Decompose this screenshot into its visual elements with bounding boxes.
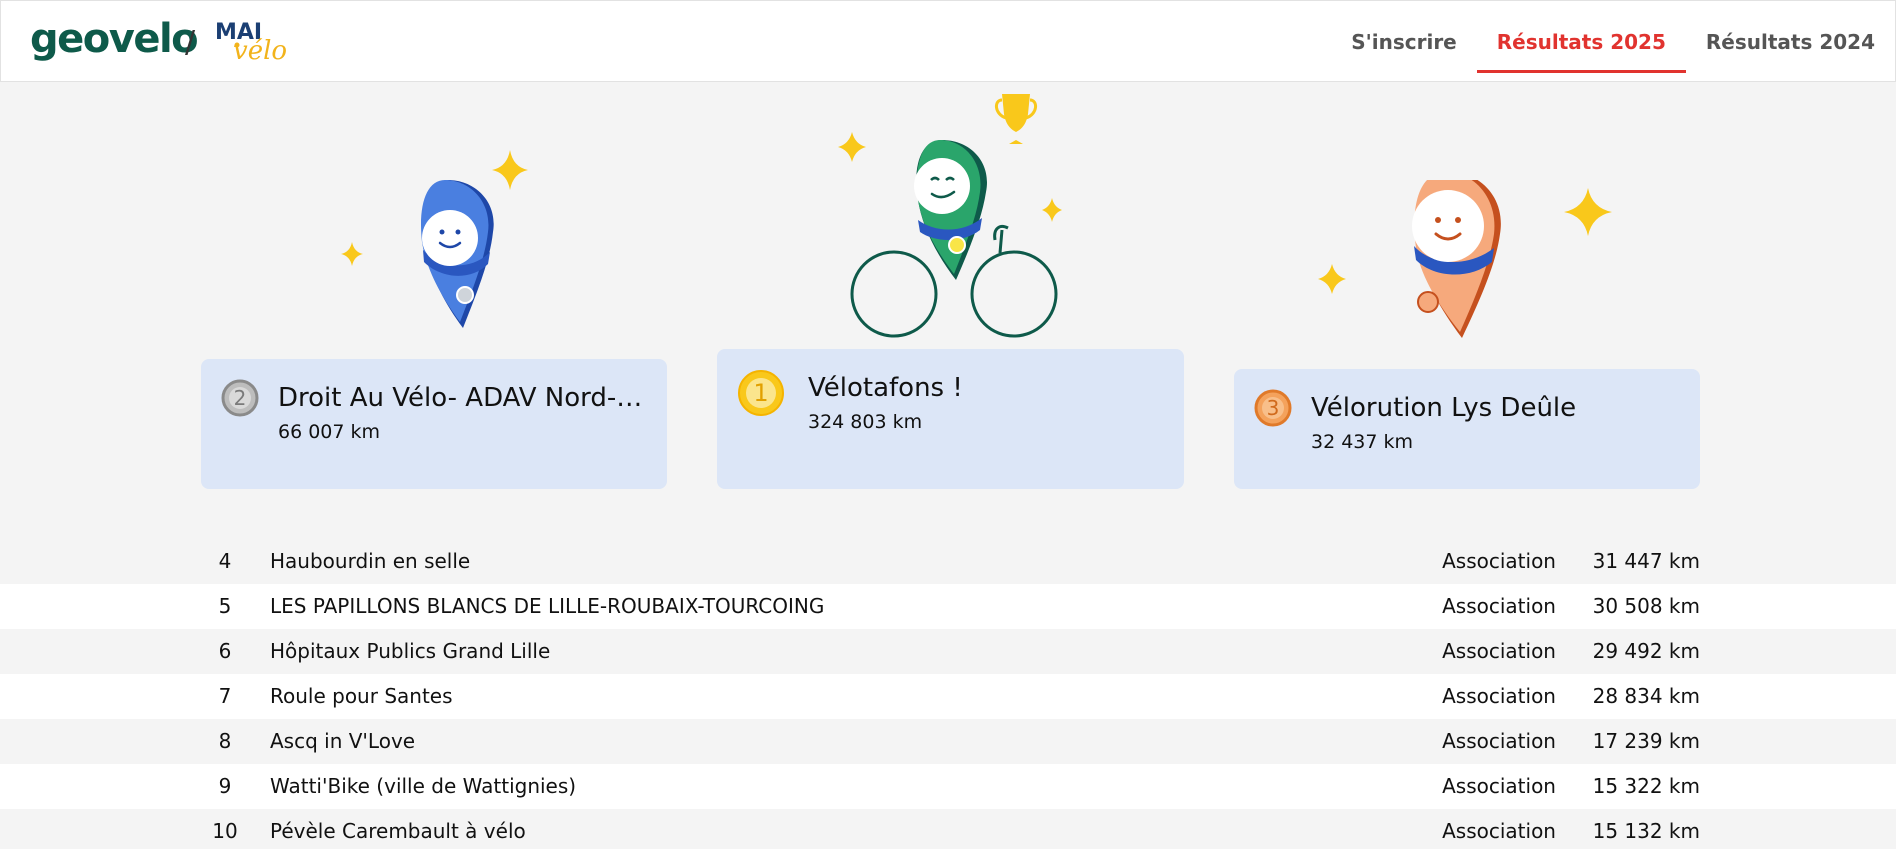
row-name: Ascq in V'Love — [270, 729, 416, 753]
row-distance: 15 132 km — [1592, 819, 1700, 843]
sparkle-icon — [1042, 198, 1062, 222]
main-nav: S'inscrire Résultats 2025 Résultats 2024 — [1331, 1, 1895, 83]
table-row[interactable]: 7 Roule pour Santes Association 28 834 k… — [0, 674, 1896, 719]
row-distance: 28 834 km — [1592, 684, 1700, 708]
row-type: Association — [1442, 549, 1556, 573]
partner-logo-bottom: vélo — [233, 36, 287, 65]
table-row[interactable]: 4 Haubourdin en selle Association 31 447… — [0, 539, 1896, 584]
row-distance: 31 447 km — [1592, 549, 1700, 573]
orange-pin-mascot-icon — [1412, 180, 1501, 338]
row-distance: 17 239 km — [1592, 729, 1700, 753]
sparkle-icon — [1318, 264, 1346, 294]
podium-card-second[interactable]: 2 Droit Au Vélo- ADAV Nord-Pa... 66 007 … — [201, 359, 667, 489]
bronze-medal-icon: 3 — [1254, 389, 1292, 427]
nav-resultats-2025[interactable]: Résultats 2025 — [1476, 1, 1686, 73]
blue-pin-mascot-icon — [420, 180, 494, 328]
row-name: Watti'Bike (ville de Wattignies) — [270, 774, 577, 798]
third-place-illustration — [1318, 180, 1612, 338]
nav-sinscrire[interactable]: S'inscrire — [1331, 1, 1477, 73]
row-name: LES PAPILLONS BLANCS DE LILLE-ROUBAIX-TO… — [270, 594, 825, 618]
podium-card-third[interactable]: 3 Vélorution Lys Deûle 32 437 km — [1234, 369, 1700, 489]
row-name: Pévèle Carembault à vélo — [270, 819, 526, 843]
geovelo-logo[interactable]: geovelo — [30, 16, 199, 62]
sparkle-icon — [341, 242, 363, 266]
row-rank: 4 — [218, 549, 232, 573]
gold-medal-icon: 1 — [738, 370, 784, 416]
row-rank: 5 — [218, 594, 232, 618]
row-rank: 6 — [218, 639, 232, 663]
row-type: Association — [1442, 819, 1556, 843]
trophy-icon — [995, 94, 1037, 144]
row-rank: 8 — [218, 729, 232, 753]
row-rank: 9 — [218, 774, 232, 798]
podium-first-rank: 1 — [753, 379, 768, 407]
row-type: Association — [1442, 729, 1556, 753]
sparkle-icon — [492, 150, 528, 190]
podium-third-distance: 32 437 km — [1311, 431, 1414, 453]
row-name: Hôpitaux Publics Grand Lille — [270, 639, 551, 663]
green-pin-mascot-icon — [914, 140, 987, 280]
table-row[interactable]: 8 Ascq in V'Love Association 17 239 km — [0, 719, 1896, 764]
logo-separator: / — [185, 25, 196, 60]
row-type: Association — [1442, 594, 1556, 618]
table-row[interactable]: 5 LES PAPILLONS BLANCS DE LILLE-ROUBAIX-… — [0, 584, 1896, 629]
row-name: Roule pour Santes — [270, 684, 453, 708]
podium-second-name: Droit Au Vélo- ADAV Nord-Pa... — [278, 383, 650, 413]
podium-card-first[interactable]: 1 Vélotafons ! 324 803 km — [717, 349, 1184, 489]
podium-third-rank: 3 — [1267, 396, 1280, 420]
podium-first-distance: 324 803 km — [808, 411, 923, 433]
podium-second-rank: 2 — [234, 386, 247, 410]
row-rank: 10 — [212, 819, 238, 843]
first-place-illustration — [838, 94, 1062, 338]
table-row[interactable]: 9 Watti'Bike (ville de Wattignies) Assoc… — [0, 764, 1896, 809]
top-header: geovelo / MAI vélo S'inscrire Résultats … — [0, 0, 1896, 82]
row-distance: 30 508 km — [1592, 594, 1700, 618]
second-place-illustration — [341, 150, 528, 328]
row-type: Association — [1442, 774, 1556, 798]
row-rank: 7 — [218, 684, 232, 708]
podium-first-name: Vélotafons ! — [808, 373, 963, 403]
sparkle-icon — [838, 132, 866, 162]
sparkle-icon — [1564, 188, 1612, 236]
row-name: Haubourdin en selle — [270, 549, 471, 573]
rankings-table: 4 Haubourdin en selle Association 31 447… — [0, 539, 1896, 849]
podium-third-name: Vélorution Lys Deûle — [1311, 393, 1577, 423]
row-distance: 29 492 km — [1592, 639, 1700, 663]
nav-resultats-2024[interactable]: Résultats 2024 — [1686, 1, 1895, 73]
silver-medal-icon: 2 — [221, 379, 259, 417]
mai-a-velo-logo[interactable]: MAI vélo — [213, 15, 303, 65]
row-distance: 15 322 km — [1592, 774, 1700, 798]
row-type: Association — [1442, 684, 1556, 708]
podium-second-distance: 66 007 km — [278, 421, 381, 443]
table-row[interactable]: 10 Pévèle Carembault à vélo Association … — [0, 809, 1896, 849]
table-row[interactable]: 6 Hôpitaux Publics Grand Lille Associati… — [0, 629, 1896, 674]
row-type: Association — [1442, 639, 1556, 663]
